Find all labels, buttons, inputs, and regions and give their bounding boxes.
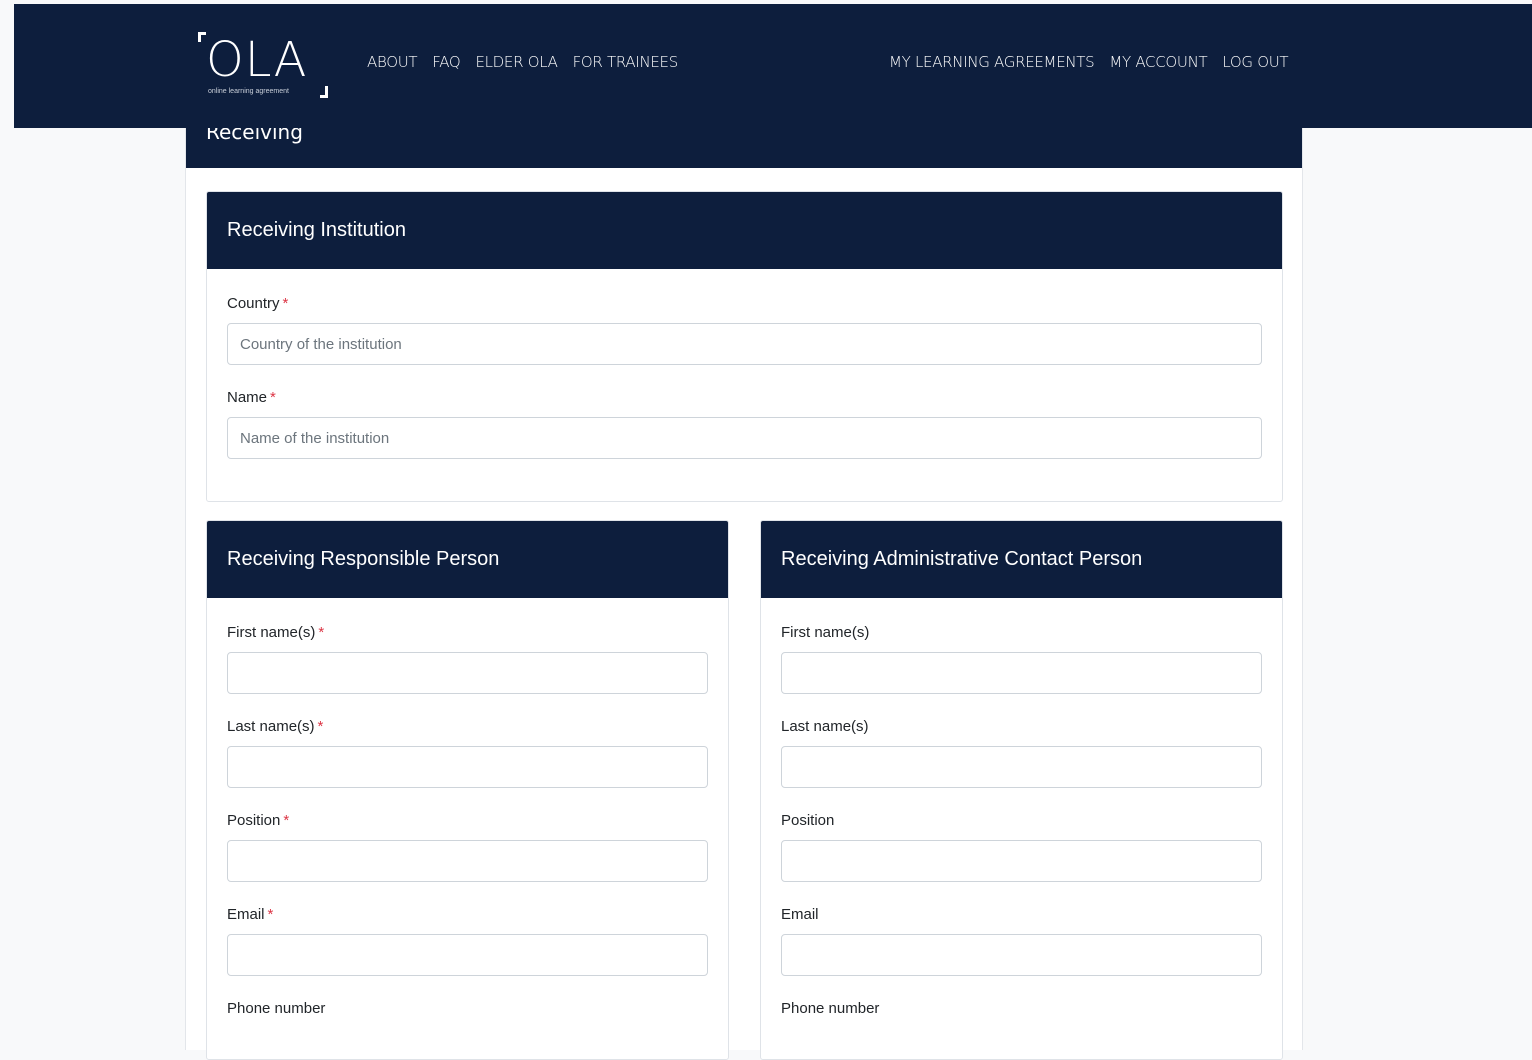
responsible-person-card-title: Receiving Responsible Person — [207, 521, 728, 598]
logo-tagline: online learning agreement — [208, 88, 289, 95]
admin-first-name-input[interactable] — [781, 652, 1262, 694]
responsible-position-input[interactable] — [227, 840, 708, 882]
country-label: Country * — [227, 295, 289, 312]
institution-name-input[interactable] — [227, 417, 1262, 459]
logo-bracket-bottom-right — [320, 86, 328, 98]
required-marker: * — [267, 906, 274, 923]
admin-email-label: Email — [781, 906, 819, 923]
responsible-first-name-input[interactable] — [227, 652, 708, 694]
top-navbar: OLA online learning agreement ABOUT FAQ … — [14, 4, 1532, 128]
logo-bracket-top-left — [198, 32, 206, 42]
admin-last-name-label: Last name(s) — [781, 718, 869, 735]
nav-link-my-learning-agreements[interactable]: MY LEARNING AGREEMENTS — [889, 53, 1095, 71]
responsible-phone-label: Phone number — [227, 1000, 326, 1017]
responsible-person-card: Receiving Responsible Person First name(… — [206, 520, 729, 1060]
required-marker: * — [282, 295, 289, 312]
responsible-position-label: Position * — [227, 812, 290, 829]
nav-link-log-out[interactable]: LOG OUT — [1222, 53, 1288, 71]
nav-link-my-account[interactable]: MY ACCOUNT — [1109, 53, 1207, 71]
institution-card: Receiving Institution Country* Name* — [206, 191, 1283, 502]
primary-nav: ABOUT FAQ ELDER OLA FOR TRAINEES — [367, 53, 678, 71]
admin-last-name-input[interactable] — [781, 746, 1262, 788]
receiving-section: Receiving Receiving Institution Country *… — [185, 110, 1303, 1060]
required-marker: * — [283, 812, 290, 829]
admin-first-name-label: First name(s) — [781, 624, 870, 641]
admin-position-label: Position — [781, 812, 835, 829]
administrative-contact-card: Receiving Administrative Contact Person … — [760, 520, 1283, 1060]
nav-link-faq[interactable]: FAQ — [432, 53, 460, 71]
administrative-contact-card-title: Receiving Administrative Contact Person — [761, 521, 1282, 598]
responsible-last-name-label: Last name(s) * — [227, 718, 324, 735]
admin-email-input[interactable] — [781, 934, 1262, 976]
responsible-email-label: Email * — [227, 906, 274, 923]
ola-logo[interactable]: OLA online learning agreement — [196, 30, 336, 106]
country-input[interactable] — [227, 323, 1262, 365]
name-label: Name * — [227, 389, 276, 406]
admin-phone-label: Phone number — [781, 1000, 880, 1017]
required-marker: * — [317, 718, 324, 735]
nav-link-for-trainees[interactable]: FOR TRAINEES — [573, 53, 679, 71]
nav-link-elder-ola[interactable]: ELDER OLA — [475, 53, 557, 71]
required-marker: * — [270, 389, 276, 406]
admin-position-input[interactable] — [781, 840, 1262, 882]
logo-text: OLA — [206, 32, 308, 88]
responsible-first-name-label: First name(s) * — [227, 624, 325, 641]
responsible-email-input[interactable] — [227, 934, 708, 976]
nav-link-about[interactable]: ABOUT — [367, 53, 418, 71]
account-nav: MY LEARNING AGREEMENTS MY ACCOUNT LOG OU… — [889, 53, 1289, 71]
responsible-last-name-input[interactable] — [227, 746, 708, 788]
required-marker: * — [318, 624, 325, 641]
institution-card-title: Receiving Institution — [207, 192, 1282, 269]
